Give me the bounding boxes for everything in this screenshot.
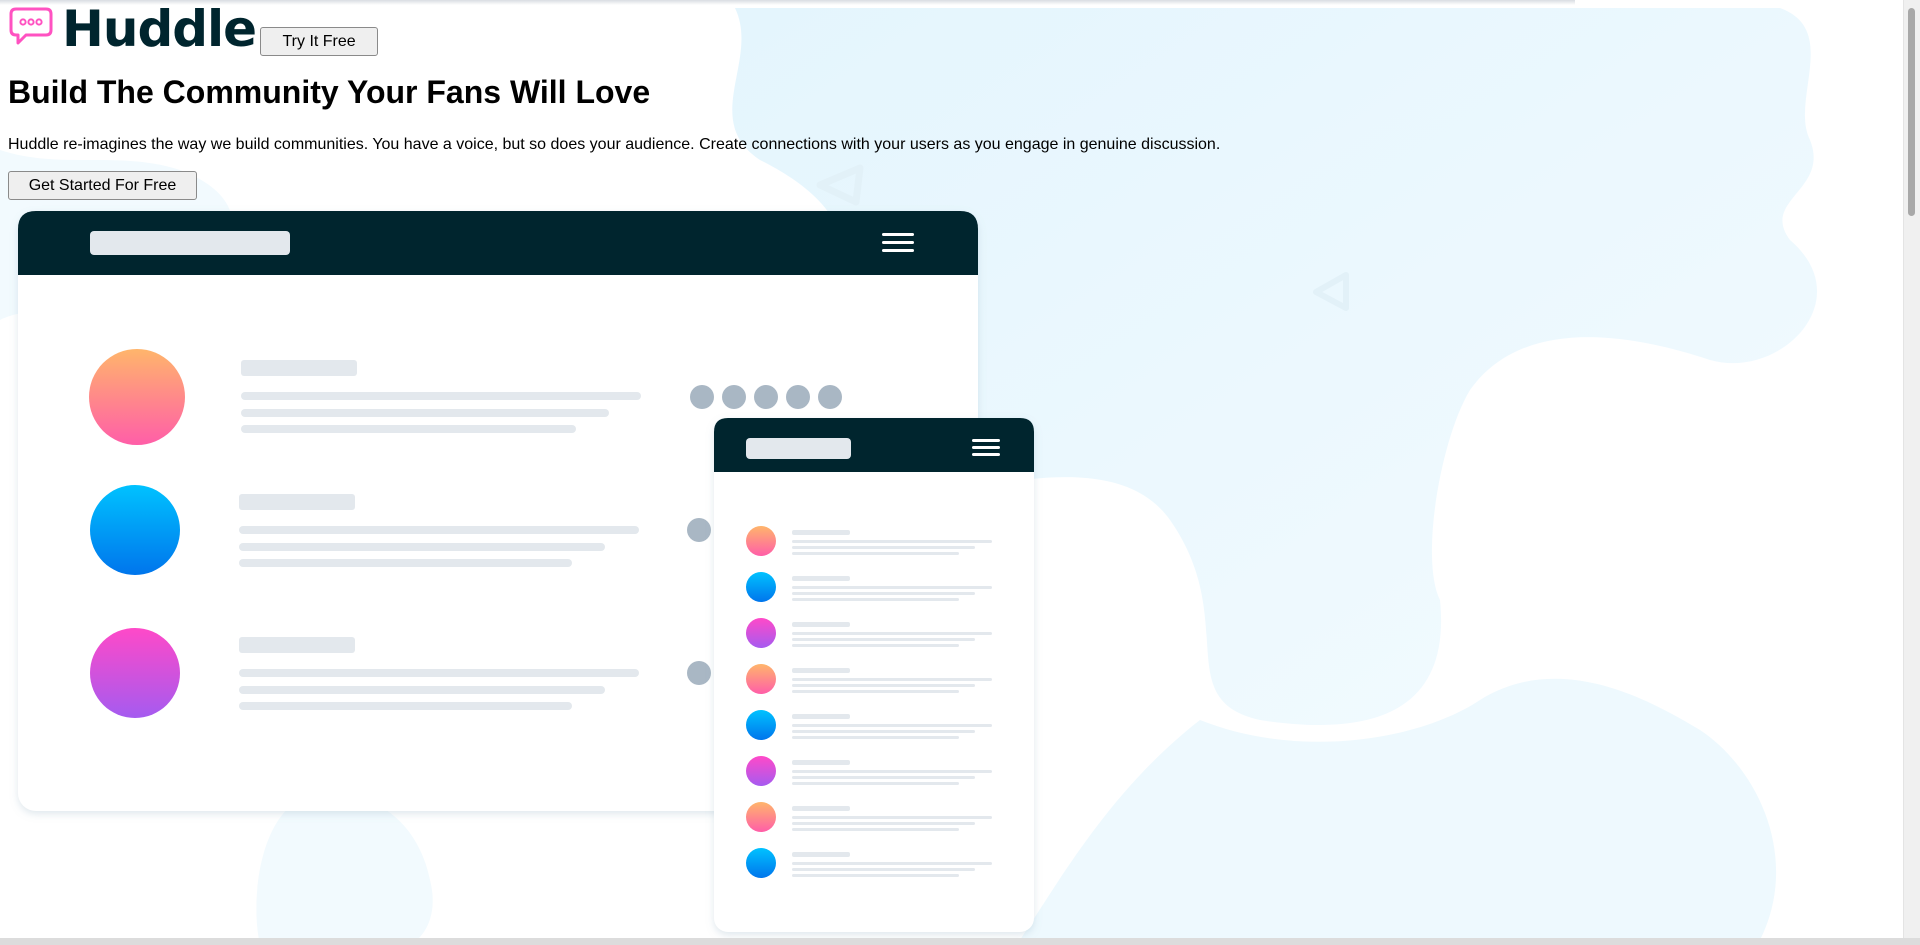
horizontal-scrollbar[interactable] xyxy=(0,938,1920,945)
scrollbar-thumb[interactable] xyxy=(1908,8,1915,216)
get-started-button[interactable]: Get Started For Free xyxy=(8,171,197,200)
hero-title: Build The Community Your Fans Will Love xyxy=(8,74,651,110)
site-header: Huddle Try It Free xyxy=(8,0,379,58)
hamburger-menu-icon xyxy=(882,233,914,252)
mobile-mockup xyxy=(714,418,1034,932)
try-it-free-button[interactable]: Try It Free xyxy=(260,27,379,56)
hero-description: Huddle re-imagines the way we build comm… xyxy=(8,136,1221,153)
brand-name: Huddle xyxy=(62,0,257,58)
speech-bubble-icon xyxy=(9,7,53,45)
